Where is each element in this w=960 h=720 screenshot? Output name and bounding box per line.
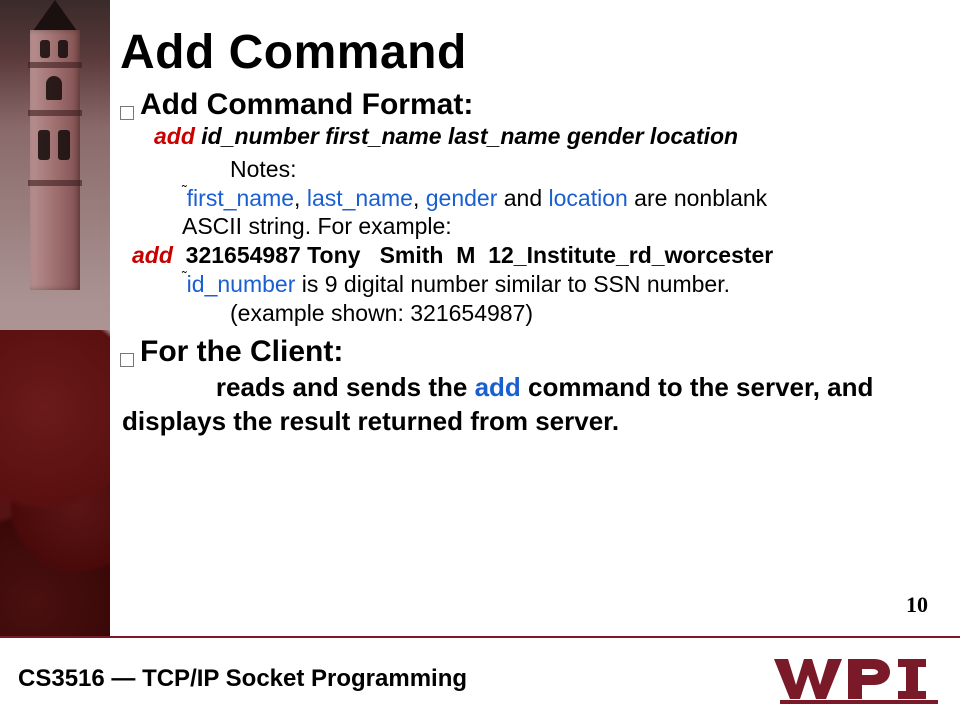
footer-bar: CS3516 — TCP/IP Socket Programming xyxy=(0,636,960,720)
wpi-logo xyxy=(772,653,930,705)
syntax-args: id_number first_name last_name gender lo… xyxy=(201,123,738,149)
bullet-icon xyxy=(120,353,134,367)
rule-1-line-2: ASCII string. For example: xyxy=(120,212,940,241)
slide-title: Add Command xyxy=(120,25,940,80)
section-client: For the Client: xyxy=(120,335,940,369)
slide-content: Add Command Add Command Format: add id_n… xyxy=(120,25,940,439)
client-body-keyword: add xyxy=(475,372,521,402)
footer-text: CS3516 — TCP/IP Socket Programming xyxy=(18,665,467,693)
syntax-command: add xyxy=(154,123,195,149)
notes-label: Notes: xyxy=(120,155,940,184)
wpi-logo-icon xyxy=(772,653,930,705)
section-format: Add Command Format: xyxy=(120,88,940,122)
page-number: 10 xyxy=(906,592,928,618)
slide: Add Command Add Command Format: add id_n… xyxy=(0,0,960,720)
section-heading-format: Add Command Format: xyxy=(140,88,473,122)
example-line: add 321654987 Tony Smith M 12_Institute_… xyxy=(120,241,940,270)
bullet-icon xyxy=(120,106,134,120)
example-command: add xyxy=(132,242,173,268)
logo-underline xyxy=(780,700,938,704)
example-rest: 321654987 Tony Smith M 12_Institute_rd_w… xyxy=(173,242,773,268)
left-photo-strip xyxy=(0,0,110,720)
rule-1-line-1: ˜first_name, last_name, gender and locat… xyxy=(120,184,940,213)
section-heading-client: For the Client: xyxy=(140,335,343,369)
rule-2-line-1: ˜id_number is 9 digital number similar t… xyxy=(120,270,940,299)
rule-2-line-2: (example shown: 321654987) xyxy=(120,299,940,328)
client-body: reads and sends the add command to the s… xyxy=(120,371,940,439)
syntax-line: add id_number first_name last_name gende… xyxy=(120,122,940,151)
